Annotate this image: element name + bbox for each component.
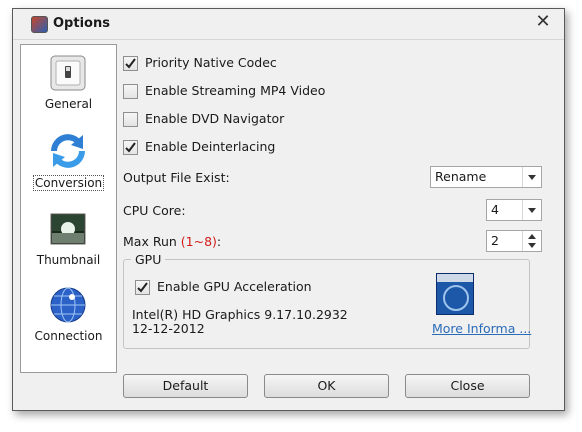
checkbox-label: Priority Native Codec (145, 55, 277, 70)
checkbox-box[interactable] (123, 112, 138, 127)
switch-icon (50, 55, 86, 91)
sidebar-item-thumbnail[interactable]: Thumbnail (21, 203, 116, 273)
refresh-arrows-icon (51, 134, 85, 168)
max-run-text: Max Run (123, 234, 181, 249)
checkbox-label: Enable GPU Acceleration (157, 279, 312, 294)
checkbox-box[interactable] (123, 84, 138, 99)
sidebar-item-connection[interactable]: Connection (21, 279, 116, 349)
intel-core-badge (436, 273, 474, 315)
cpu-core-label: CPU Core: (123, 203, 186, 218)
globe-icon (50, 287, 86, 323)
output-file-exist-label: Output File Exist: (123, 170, 230, 185)
checkbox-label: Enable Deinterlacing (145, 139, 276, 154)
default-button[interactable]: Default (123, 374, 248, 398)
ok-button[interactable]: OK (264, 374, 389, 398)
sidebar-item-label: Conversion (33, 175, 104, 191)
sidebar-item-label: Connection (34, 329, 103, 343)
close-button[interactable]: Close (405, 374, 530, 398)
checkmark-icon (137, 282, 148, 293)
max-run-range: (1~8) (180, 234, 217, 249)
select-value: 4 (491, 202, 499, 217)
checkmark-icon (125, 142, 136, 153)
stepper-buttons[interactable] (522, 231, 541, 251)
stepper-value: 2 (491, 233, 499, 248)
checkbox-label: Enable Streaming MP4 Video (145, 83, 326, 98)
checkbox-box[interactable] (123, 140, 138, 155)
badge-top (437, 274, 473, 282)
gpu-device-name: Intel(R) HD Graphics 9.17.10.2932 (132, 307, 348, 322)
sidebar-item-conversion[interactable]: Conversion (21, 125, 116, 195)
window-title: Options (53, 16, 110, 31)
checkbox-box[interactable] (123, 56, 138, 71)
chevron-down-icon[interactable] (522, 167, 541, 187)
more-information-link[interactable]: More Informa ... (432, 321, 531, 336)
max-run-label: Max Run (1~8): (123, 234, 221, 249)
checkmark-icon (125, 58, 136, 69)
landscape-icon (50, 213, 86, 245)
chevron-down-icon[interactable] (522, 200, 541, 220)
gpu-driver-date: 12-12-2012 (132, 321, 205, 336)
max-run-suffix: : (216, 234, 222, 249)
sidebar-item-label: General (44, 97, 93, 111)
select-value: Rename (435, 169, 487, 184)
up-down-arrows-icon[interactable] (523, 231, 541, 251)
app-icon (31, 16, 48, 33)
title-bar: Options ✕ (13, 9, 564, 40)
cpu-core-select[interactable]: 4 (486, 199, 542, 221)
intel-logo-icon (443, 285, 469, 311)
options-sidebar: General Conversion Thumbnail Connection (20, 44, 117, 373)
sidebar-item-label: Thumbnail (36, 253, 101, 267)
checkbox-box[interactable] (135, 280, 150, 295)
output-file-exist-select[interactable]: Rename (430, 166, 542, 188)
max-run-stepper[interactable]: 2 (486, 230, 542, 252)
checkbox-label: Enable DVD Navigator (145, 111, 285, 126)
sidebar-item-general[interactable]: General (21, 47, 116, 117)
close-icon[interactable]: ✕ (534, 13, 552, 31)
gpu-legend: GPU (131, 252, 166, 267)
